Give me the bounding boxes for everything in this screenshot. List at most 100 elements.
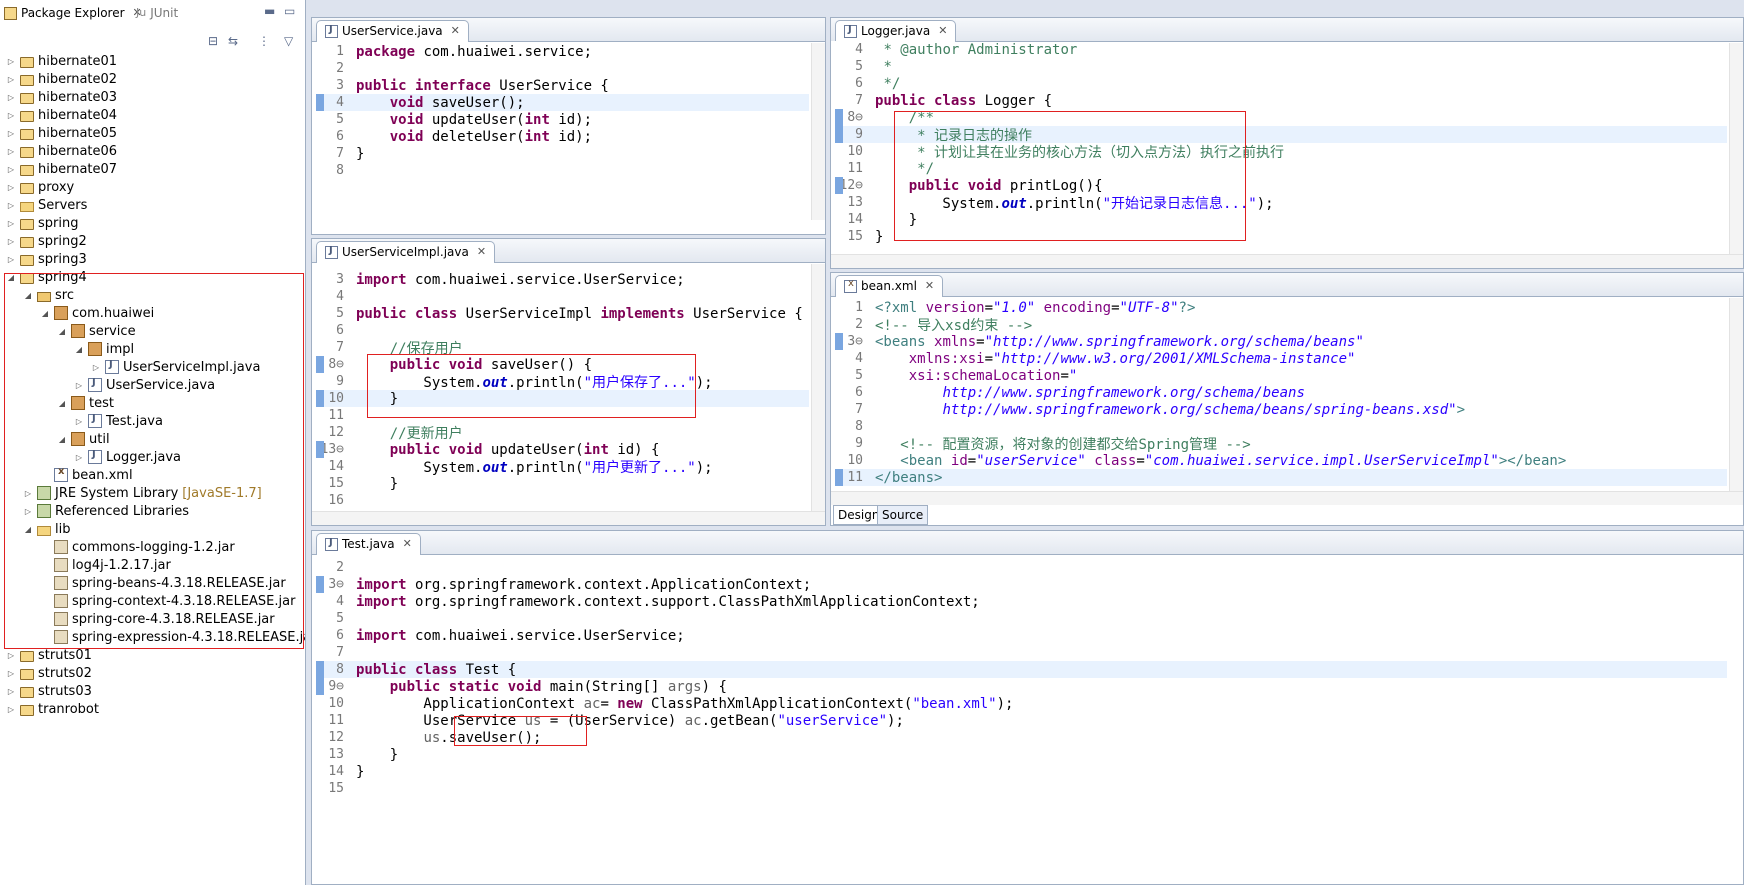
code-line[interactable]: 5 <box>320 610 1727 627</box>
code-line[interactable]: 4 xmlns:xsi="http://www.w3.org/2001/XMLS… <box>839 350 1727 367</box>
tree-item[interactable]: ▷ hibernate07 <box>6 160 117 178</box>
collapsed-arrow-icon[interactable]: ▷ <box>6 687 16 696</box>
tree-item[interactable]: spring-beans-4.3.18.RELEASE.jar <box>40 574 286 592</box>
collapsed-arrow-icon[interactable]: ▷ <box>6 183 16 192</box>
code-line[interactable]: 2 <box>320 559 1727 576</box>
code-line[interactable]: 12 //更新用户 <box>320 424 809 442</box>
vertical-scrollbar[interactable] <box>811 264 825 511</box>
code-line[interactable]: 3⊖ <beans xmlns="http://www.springframewo… <box>839 333 1727 350</box>
expanded-arrow-icon[interactable]: ◢ <box>57 435 67 444</box>
code-line[interactable]: 8 <box>839 418 1727 435</box>
expanded-arrow-icon[interactable]: ◢ <box>57 399 67 408</box>
tree-item[interactable]: ▷ spring <box>6 214 79 232</box>
tree-item[interactable]: bean.xml <box>40 466 133 484</box>
code-line[interactable]: 12 us.saveUser(); <box>320 729 1727 746</box>
code-line[interactable]: 14} <box>320 763 1727 780</box>
tree-item[interactable]: ◢ com.huaiwei <box>40 304 154 322</box>
tree-item[interactable]: ▷ spring3 <box>6 250 87 268</box>
collapsed-arrow-icon[interactable]: ▷ <box>6 111 16 120</box>
code-line[interactable]: 1 package com.huaiwei.service; <box>320 43 809 60</box>
code-line[interactable]: 10 <bean id="userService" class="com.hua… <box>839 452 1727 469</box>
code-line[interactable]: 3 public interface UserService { <box>320 77 809 94</box>
code-line[interactable]: 2 <box>320 60 809 77</box>
code-line[interactable]: 8⊖ /** <box>839 109 1727 126</box>
code-line[interactable]: 10 ApplicationContext ac= new ClassPathX… <box>320 695 1727 712</box>
code-line[interactable]: 5 public class UserServiceImpl implements… <box>320 305 809 322</box>
horizontal-scrollbar[interactable] <box>312 511 825 525</box>
tree-item[interactable]: ▷ hibernate02 <box>6 70 117 88</box>
tree-item[interactable]: ▷ proxy <box>6 178 74 196</box>
code-line[interactable]: 4 * @author Administrator <box>839 41 1727 58</box>
code-line[interactable]: 7 <box>320 644 1727 661</box>
collapsed-arrow-icon[interactable]: ▷ <box>6 57 16 66</box>
collapsed-arrow-icon[interactable]: ▷ <box>23 507 33 516</box>
tree-item[interactable]: ◢ test <box>57 394 114 412</box>
code-line[interactable]: 7} <box>320 145 809 162</box>
tab-beanxml[interactable]: bean.xml ✕ <box>835 275 944 297</box>
code-line[interactable]: 9⊖ public static void main(String[] args… <box>320 678 1727 695</box>
link-with-editor-icon[interactable]: ⇆ <box>228 34 238 48</box>
code-line[interactable]: 8 <box>320 162 809 179</box>
code-line[interactable]: 13 } <box>320 746 1727 763</box>
tab-test[interactable]: Test.java ✕ <box>316 533 421 555</box>
tree-item[interactable]: ▷ struts01 <box>6 646 92 664</box>
expanded-arrow-icon[interactable]: ◢ <box>57 327 67 336</box>
code-line[interactable]: 13⊖ public void updateUser(int id) { <box>320 441 809 458</box>
code-line[interactable]: 6 http://www.springframework.org/schema/… <box>839 384 1727 401</box>
code-line[interactable]: 10 } <box>320 390 809 407</box>
code-line[interactable]: 7 //保存用户 <box>320 339 809 357</box>
collapsed-arrow-icon[interactable]: ▷ <box>74 381 84 390</box>
horizontal-scrollbar[interactable] <box>831 254 1743 268</box>
close-icon[interactable]: ✕ <box>938 24 947 37</box>
tree-item[interactable]: ▷ UserService.java <box>74 376 215 394</box>
logger-code[interactable]: 4 * @author Administrator 5 * 6 */7 public … <box>831 41 1743 268</box>
code-line[interactable]: 14 } <box>839 211 1727 228</box>
tree-item[interactable]: commons-logging-1.2.jar <box>40 538 235 556</box>
code-line[interactable]: 6 <box>320 322 809 339</box>
tree-item[interactable]: ◢ impl <box>74 340 134 358</box>
code-line[interactable]: 9 <!-- 配置资源，将对象的创建都交给Spring管理 --> <box>839 435 1727 453</box>
code-line[interactable]: 13 System.out.println("开始记录日志信息..."); <box>839 194 1727 212</box>
collapsed-arrow-icon[interactable]: ▷ <box>6 651 16 660</box>
code-line[interactable]: 3 import com.huaiwei.service.UserService; <box>320 271 809 288</box>
code-line[interactable]: 4 <box>320 288 809 305</box>
tree-item[interactable]: ▷ tranrobot <box>6 700 99 718</box>
tab-userserviceimpl[interactable]: UserServiceImpl.java ✕ <box>316 241 496 263</box>
vertical-scrollbar[interactable] <box>1729 298 1743 491</box>
code-line[interactable]: 5 xsi:schemaLocation=" <box>839 367 1727 384</box>
expanded-arrow-icon[interactable]: ◢ <box>74 345 84 354</box>
test-code[interactable]: 2 3⊖ import org.springframework.context.Ap… <box>312 559 1743 884</box>
code-line[interactable]: 6 void deleteUser(int id); <box>320 128 809 145</box>
close-icon[interactable]: ✕ <box>925 279 934 292</box>
code-line[interactable]: 11 */ <box>839 160 1727 177</box>
beanxml-code[interactable]: 1 <?xml version="1.0" encoding="UTF-8"?> 2… <box>831 299 1743 491</box>
collapsed-arrow-icon[interactable]: ▷ <box>6 705 16 714</box>
collapsed-arrow-icon[interactable]: ▷ <box>6 237 16 246</box>
tree-item[interactable]: spring-context-4.3.18.RELEASE.jar <box>40 592 295 610</box>
tree-item[interactable]: ▷ hibernate04 <box>6 106 117 124</box>
code-line[interactable]: 10 * 计划让其在业务的核心方法（切入点方法）执行之前执行 <box>839 143 1727 161</box>
tree-item[interactable]: ▷ Referenced Libraries <box>23 502 189 520</box>
tree-item[interactable]: ◢ spring4 <box>6 268 87 286</box>
collapsed-arrow-icon[interactable]: ▷ <box>6 219 16 228</box>
tree-item[interactable]: ▷ struts03 <box>6 682 92 700</box>
collapsed-arrow-icon[interactable]: ▷ <box>23 489 33 498</box>
collapsed-arrow-icon[interactable]: ▷ <box>6 75 16 84</box>
tab-logger[interactable]: Logger.java ✕ <box>835 20 957 42</box>
vertical-scrollbar[interactable] <box>811 43 825 220</box>
close-icon[interactable]: ✕ <box>403 537 412 550</box>
code-line[interactable]: 11 UserService us = (UserService) ac.get… <box>320 712 1727 729</box>
code-line[interactable]: 8 public class Test { <box>320 661 1727 678</box>
collapsed-arrow-icon[interactable]: ▷ <box>74 417 84 426</box>
tree-item[interactable]: ▷ JRE System Library [JavaSE-1.7] <box>23 484 262 502</box>
tree-item[interactable]: ▷ hibernate05 <box>6 124 117 142</box>
code-line[interactable]: 11 <box>320 407 809 424</box>
code-line[interactable]: 9 * 记录日志的操作 <box>839 126 1727 144</box>
horizontal-scrollbar[interactable] <box>831 491 1743 505</box>
expanded-arrow-icon[interactable]: ◢ <box>6 273 16 282</box>
close-icon[interactable]: ✕ <box>477 245 486 258</box>
tree-item[interactable]: ▷ Servers <box>6 196 87 214</box>
view-menu-icon[interactable]: ▽ <box>284 34 293 48</box>
tree-item[interactable]: ▷ spring2 <box>6 232 87 250</box>
expanded-arrow-icon[interactable]: ◢ <box>23 525 33 534</box>
